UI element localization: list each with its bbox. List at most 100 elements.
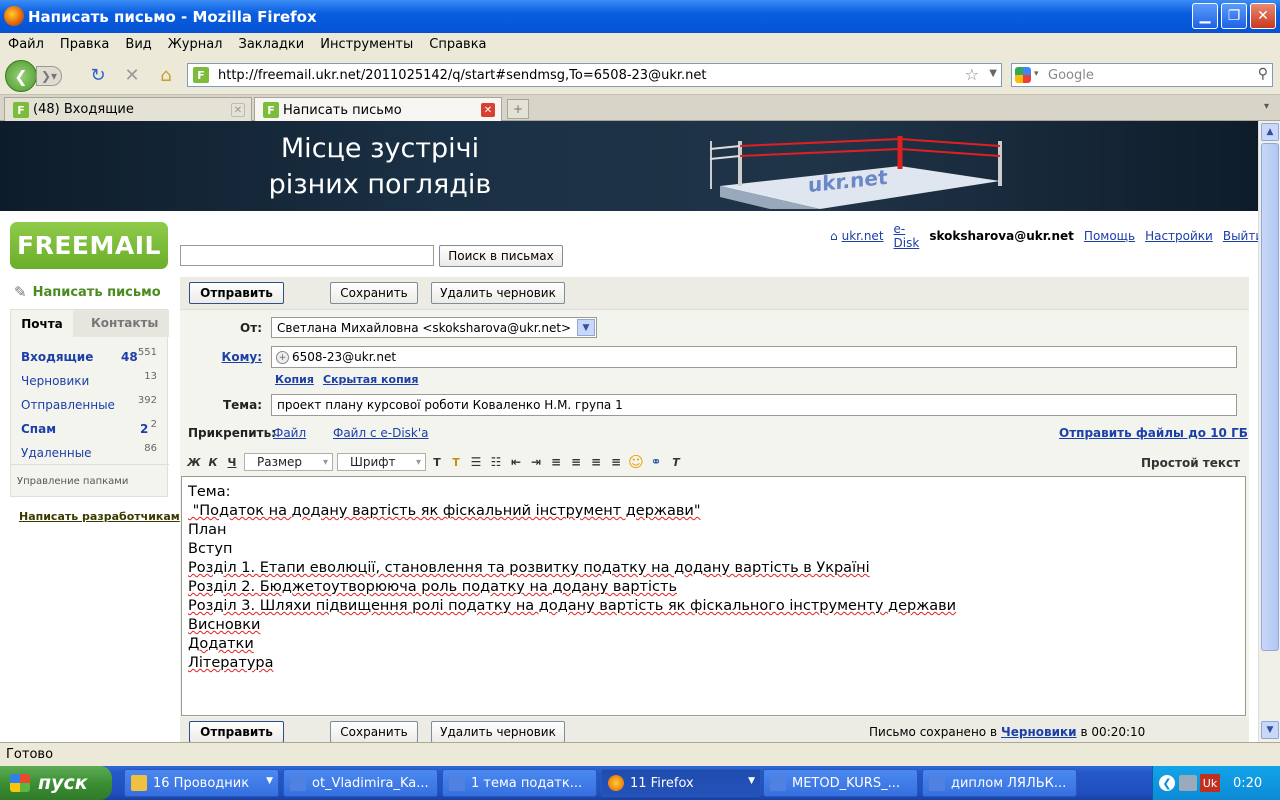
manage-folders-link[interactable]: Управление папками (17, 476, 128, 487)
drafts-link[interactable]: Черновики (1001, 725, 1077, 739)
numbered-list-icon[interactable]: ☰ (467, 452, 485, 472)
stop-icon[interactable]: ✕ (120, 64, 144, 86)
chevron-down-icon[interactable]: ▼ (577, 319, 595, 336)
taskbar-item-doc1[interactable]: ot_Vladimira_Ka... (283, 769, 438, 797)
tab-label: (48) Входящие (33, 102, 134, 117)
menu-bookmarks[interactable]: Закладки (239, 37, 305, 52)
recipient-remove-icon[interactable]: + (276, 351, 289, 364)
send-large-files-link[interactable]: Отправить файлы до 10 ГБ (1059, 426, 1248, 440)
smiley-icon[interactable]: ☺ (627, 452, 645, 472)
mail-search-button[interactable]: Поиск в письмах (439, 245, 563, 267)
close-button[interactable]: ✕ (1250, 3, 1276, 29)
taskbar-item-doc3[interactable]: METOD_KURS_... (763, 769, 918, 797)
menu-view[interactable]: Вид (125, 37, 151, 52)
minimize-button[interactable]: ▁ (1192, 3, 1218, 29)
align-right-icon[interactable]: ≡ (587, 452, 605, 472)
write-developers-link[interactable]: Написать разработчикам (19, 510, 180, 523)
indent-icon[interactable]: ⇥ (527, 452, 545, 472)
save-button-bottom[interactable]: Сохранить (330, 721, 418, 742)
logout-link[interactable]: Выйти (1223, 229, 1258, 243)
to-field[interactable]: + 6508-23@ukr.net (271, 346, 1237, 368)
bullet-list-icon[interactable]: ☷ (487, 452, 505, 472)
folder-trash[interactable]: Удаленные (21, 446, 92, 464)
url-bar[interactable]: F http://freemail.ukr.net/2011025142/q/s… (187, 63, 1002, 87)
taskbar-item-doc4[interactable]: диплом ЛЯЛЬК... (922, 769, 1077, 797)
menu-help[interactable]: Справка (429, 37, 486, 52)
menu-edit[interactable]: Правка (60, 37, 109, 52)
scrollbar-thumb[interactable] (1261, 143, 1279, 651)
network-icon[interactable] (1179, 775, 1197, 791)
link-icon[interactable]: ⚭ (647, 452, 665, 472)
tab-list-icon[interactable]: ▾ (1264, 101, 1269, 112)
bold-button[interactable]: Ж (185, 452, 203, 472)
from-select[interactable]: Светлана Михайловна <skoksharova@ukr.net… (271, 317, 597, 338)
url-dropdown-icon[interactable]: ▼ (989, 68, 997, 79)
align-center-icon[interactable]: ≡ (567, 452, 585, 472)
ukrnet-link[interactable]: ukr.net (842, 229, 884, 243)
home-icon[interactable]: ⌂ (154, 64, 178, 86)
back-button[interactable]: ❮ (5, 60, 37, 92)
menu-tools[interactable]: Инструменты (320, 37, 413, 52)
message-body-editor[interactable]: Тема: "Податок на додану вартість як фіс… (181, 476, 1246, 716)
cc-link[interactable]: Копия (275, 373, 314, 386)
new-tab-button[interactable]: + (507, 99, 529, 119)
freemail-logo[interactable]: FREEMAIL (10, 222, 168, 269)
tab-close-icon[interactable]: ✕ (231, 103, 245, 117)
send-button-bottom[interactable]: Отправить (189, 721, 284, 742)
underline-button[interactable]: Ч (223, 452, 241, 472)
help-link[interactable]: Помощь (1084, 229, 1135, 243)
home-icon[interactable]: ⌂ (830, 229, 838, 243)
highlight-color-icon[interactable]: T (447, 452, 465, 472)
font-size-select[interactable]: Размер (244, 453, 333, 471)
menu-history[interactable]: Журнал (168, 37, 223, 52)
taskbar-item-firefox[interactable]: 11 Firefox ▼ (601, 769, 761, 797)
delete-draft-button-bottom[interactable]: Удалить черновик (431, 721, 565, 742)
mail-search-input[interactable] (180, 245, 434, 266)
forward-button[interactable]: ❯▾ (36, 66, 62, 86)
clear-format-icon[interactable]: T (667, 452, 685, 472)
to-label-link[interactable]: Кому: (200, 350, 262, 364)
plain-text-toggle[interactable]: Простой текст (1141, 456, 1240, 470)
search-engine-dropdown-icon[interactable]: ▾ (1034, 69, 1039, 79)
search-bar[interactable]: ▾ Google ⚲ (1011, 63, 1273, 87)
tab-contacts[interactable]: Контакты (91, 316, 158, 330)
bookmark-star-icon[interactable]: ☆ (965, 65, 979, 84)
tab-compose[interactable]: F Написать письмо ✕ (254, 97, 502, 122)
search-icon[interactable]: ⚲ (1258, 66, 1268, 82)
start-button[interactable]: пуск (0, 766, 112, 800)
taskbar-item-doc2[interactable]: 1 тема податк... (442, 769, 597, 797)
reload-icon[interactable]: ↻ (86, 64, 110, 86)
italic-button[interactable]: К (204, 452, 222, 472)
delete-draft-button-top[interactable]: Удалить черновик (431, 282, 565, 304)
compose-link[interactable]: ✎ Написать письмо (14, 283, 161, 301)
text-color-icon[interactable]: T (428, 452, 446, 472)
folder-spam[interactable]: Спам (21, 422, 56, 440)
edisk-link[interactable]: e-Disk (894, 222, 920, 250)
settings-link[interactable]: Настройки (1145, 229, 1213, 243)
scroll-up-icon[interactable]: ▲ (1261, 123, 1279, 141)
menu-file[interactable]: Файл (8, 37, 44, 52)
folder-drafts[interactable]: Черновики (21, 374, 89, 392)
tab-close-icon[interactable]: ✕ (481, 103, 495, 117)
justify-icon[interactable]: ≡ (607, 452, 625, 472)
taskbar-item-explorer[interactable]: 16 Проводник ▼ (124, 769, 279, 797)
bcc-link[interactable]: Скрытая копия (323, 373, 418, 386)
folder-inbox[interactable]: Входящие (21, 350, 93, 368)
scroll-down-icon[interactable]: ▼ (1261, 721, 1279, 739)
font-family-select[interactable]: Шрифт (337, 453, 426, 471)
align-left-icon[interactable]: ≡ (547, 452, 565, 472)
maximize-button[interactable]: ❐ (1221, 3, 1247, 29)
save-button-top[interactable]: Сохранить (330, 282, 418, 304)
subject-input[interactable]: проект плану курсової роботи Коваленко Н… (271, 394, 1237, 416)
tab-inbox[interactable]: F (48) Входящие ✕ (4, 97, 252, 121)
attach-edisk-link[interactable]: Файл с e-Disk'a (333, 426, 429, 440)
tray-expand-icon[interactable]: ❮ (1159, 775, 1175, 791)
folder-sent[interactable]: Отправленные (21, 398, 115, 416)
tab-mail[interactable]: Почта (11, 310, 73, 337)
page-scrollbar[interactable]: ▲ ▼ (1258, 121, 1280, 742)
send-button-top[interactable]: Отправить (189, 282, 284, 304)
outdent-icon[interactable]: ⇤ (507, 452, 525, 472)
language-indicator[interactable]: Uk (1200, 774, 1220, 792)
advert-banner[interactable]: Місце зустрічі різних поглядів ukr.net (0, 121, 1258, 211)
attach-file-link[interactable]: Файл (273, 426, 306, 440)
